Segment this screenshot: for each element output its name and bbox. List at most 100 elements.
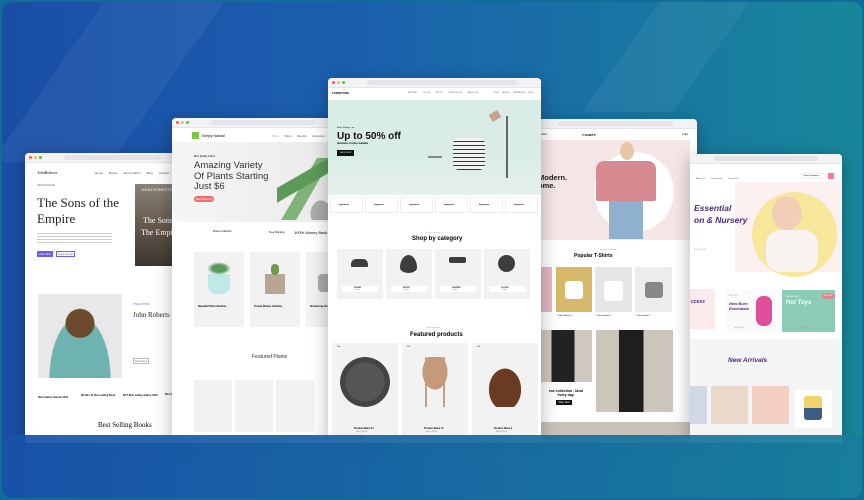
- shop-by-category-heading: Shop by category: [412, 236, 463, 242]
- brand-logo: logoipsum: [365, 197, 398, 213]
- author-photo: [38, 294, 122, 378]
- product-card[interactable]: [556, 267, 592, 312]
- nav-testimonial[interactable]: Testimonial: [711, 178, 722, 180]
- author-name: John Roberts: [133, 311, 170, 319]
- hero-eyebrow: Best Quality Plants: [194, 155, 216, 158]
- nav-shop[interactable]: SHOP: [494, 92, 499, 94]
- shop-now-button[interactable]: Shop Now: [37, 251, 53, 257]
- author-eyebrow: THE AUTHOR: [133, 303, 150, 306]
- baby-template-window[interactable]: About Us Testimonial Contact Us Search pro…: [690, 154, 842, 443]
- featured-products-heading: Featured products: [410, 332, 463, 338]
- award-3: NYT Best selling Author 2019: [123, 394, 158, 397]
- feature-2: Free Shipping: [269, 231, 285, 234]
- product-name[interactable]: T-Shirt Name 7: [636, 315, 651, 317]
- popular-tshirts-heading: Popular T-Shirts: [574, 253, 613, 259]
- nav-service[interactable]: SERVICE: [502, 92, 510, 94]
- product-card[interactable]: Sale Product Name 10 $45.00 - $55.00: [332, 343, 398, 443]
- shop-now-link[interactable]: SHOP NOW: [694, 249, 706, 251]
- hero-headline: Modern. ome.: [538, 173, 568, 190]
- category-card[interactable]: CLOCKS 4 Products: [484, 249, 530, 299]
- nav-style[interactable]: STYLE: [436, 92, 442, 94]
- nav-shop-all[interactable]: SHOP ALL: [408, 92, 418, 94]
- collection-photo: [534, 330, 592, 382]
- nav-contact[interactable]: Contact Us: [728, 178, 739, 180]
- product-card[interactable]: Sale Product Name 12 $45.00 - $55.00: [402, 343, 468, 443]
- books-eyebrow: NEW RELEASE: [37, 184, 56, 187]
- nav-home[interactable]: Home: [272, 135, 279, 138]
- hero-subline: Hundreds of styles available: [337, 143, 369, 145]
- product-name[interactable]: T-Shirt Name 4: [557, 315, 572, 317]
- read-more-button[interactable]: Read More: [133, 358, 149, 364]
- product-card[interactable]: Trendy Planter Varieties: [250, 252, 300, 327]
- product-card[interactable]: [635, 267, 672, 312]
- baby-photo: [772, 196, 802, 230]
- product-card[interactable]: [752, 386, 789, 424]
- plants-logo[interactable]: Simply Natural: [202, 134, 225, 138]
- model-pink-tshirt: [596, 161, 656, 201]
- new-arrivals-heading: New Arrivals: [728, 357, 768, 364]
- books-title: The Sons of the Empire: [37, 195, 119, 226]
- product-card[interactable]: [595, 267, 632, 312]
- login-link[interactable]: Login: [682, 133, 688, 136]
- product-name[interactable]: T-Shirt Name 8: [596, 315, 611, 317]
- nav-about[interactable]: About Us: [696, 178, 705, 180]
- category-card[interactable]: DECOR 4 Products: [386, 249, 432, 299]
- plants-template-window[interactable]: Simply Natural Home Plants Benefits Resourc…: [172, 118, 340, 443]
- chair-image: [453, 138, 485, 170]
- bottom-reflection-overlay: [2, 435, 862, 498]
- featured-eyebrow: Shop by category: [426, 327, 440, 329]
- books-template-window[interactable]: JohnRoberts Home Books About Author Blog Con…: [25, 153, 185, 443]
- promo-card[interactable]: NEW ARRIVALS Hot Toys 30% OFF SHOP NOW: [782, 290, 835, 332]
- nav-living-room[interactable]: LIVING ROOM: [448, 92, 461, 94]
- award-2: World's #1 Best selling Book: [81, 394, 116, 397]
- category-card[interactable]: LIGHTING 4 Products: [435, 249, 481, 299]
- floor-lamp-image: [506, 116, 508, 178]
- nav-room[interactable]: ROOM: [424, 92, 430, 94]
- product-card[interactable]: Beautiful Plant Varieties: [194, 252, 244, 327]
- featured-plants-heading: Featured Plants: [252, 354, 288, 360]
- hero-headline: Up to 50% off: [337, 131, 401, 142]
- nav-contact[interactable]: Contact: [159, 171, 169, 175]
- brand-logo: logoipsum: [400, 197, 433, 213]
- nav-bedroom[interactable]: BEDROOM: [468, 92, 478, 94]
- search-input[interactable]: Search products...: [802, 173, 827, 179]
- shop-now-button[interactable]: SHOP NOW: [337, 150, 354, 156]
- promo-card[interactable]: 20% OFF New Born Essentials SHOP NOW: [726, 290, 776, 332]
- promo-card[interactable]: ccess: [690, 289, 715, 329]
- best-selling-heading: Best Selling Books: [98, 421, 152, 429]
- nav-about[interactable]: About Author: [123, 171, 140, 175]
- plants-logo-icon: [192, 132, 199, 139]
- product-card[interactable]: [795, 390, 832, 428]
- books-logo[interactable]: JohnRoberts: [37, 170, 57, 175]
- nav-inspirations[interactable]: INSPIRATIONS: [513, 92, 526, 94]
- hero-eyebrow: Black Friday is on: [337, 127, 355, 129]
- award-1: Best Author Awards 2019: [38, 396, 69, 399]
- brand-logo: logoipsum: [470, 197, 503, 213]
- feature-3: 100% Money Back: [294, 230, 328, 235]
- section-eyebrow: Summer Collection: [600, 249, 617, 251]
- collection-text: ese collection - Ideal every day.: [548, 389, 584, 397]
- start-shopping-button[interactable]: Start Shopping: [194, 196, 214, 202]
- read-sample-button[interactable]: Read Sample: [56, 251, 75, 257]
- shop-now-button[interactable]: Shop Now: [556, 400, 572, 405]
- tshirts-template-window[interactable]: T-SHIRTS Contact Login Modern. ome. Summe…: [534, 119, 697, 443]
- nav-blog[interactable]: BLOG: [529, 92, 534, 94]
- furniture-logo[interactable]: FURNITURE: [332, 91, 349, 95]
- tshirts-logo[interactable]: T-SHIRTS: [582, 133, 596, 137]
- nav-home[interactable]: Home: [95, 171, 103, 175]
- category-card[interactable]: ROOMS 4 Products: [337, 249, 383, 299]
- nav-resources[interactable]: Resources: [313, 135, 325, 138]
- product-card[interactable]: [711, 386, 748, 424]
- nav-benefits[interactable]: Benefits: [298, 135, 307, 138]
- search-button[interactable]: [828, 173, 834, 179]
- collection-photo: [596, 330, 673, 412]
- nav-books[interactable]: Books: [109, 171, 117, 175]
- nav-plants[interactable]: Plants: [285, 135, 292, 138]
- promo-stage: JohnRoberts Home Books About Author Blog Con…: [2, 2, 862, 498]
- hero-title: Amazing Variety Of Plants Starting Just $6: [194, 160, 269, 192]
- product-card[interactable]: Sale Product Name 2 $45.00 - $55.00: [472, 343, 538, 443]
- nav-blog[interactable]: Blog: [147, 171, 153, 175]
- brand-logo: logoipsum: [330, 197, 363, 213]
- furniture-template-window[interactable]: FURNITURE SHOP ALL ROOM STYLE LIVING ROOM BE…: [328, 78, 541, 443]
- category-eyebrow: Shop by category: [426, 232, 440, 234]
